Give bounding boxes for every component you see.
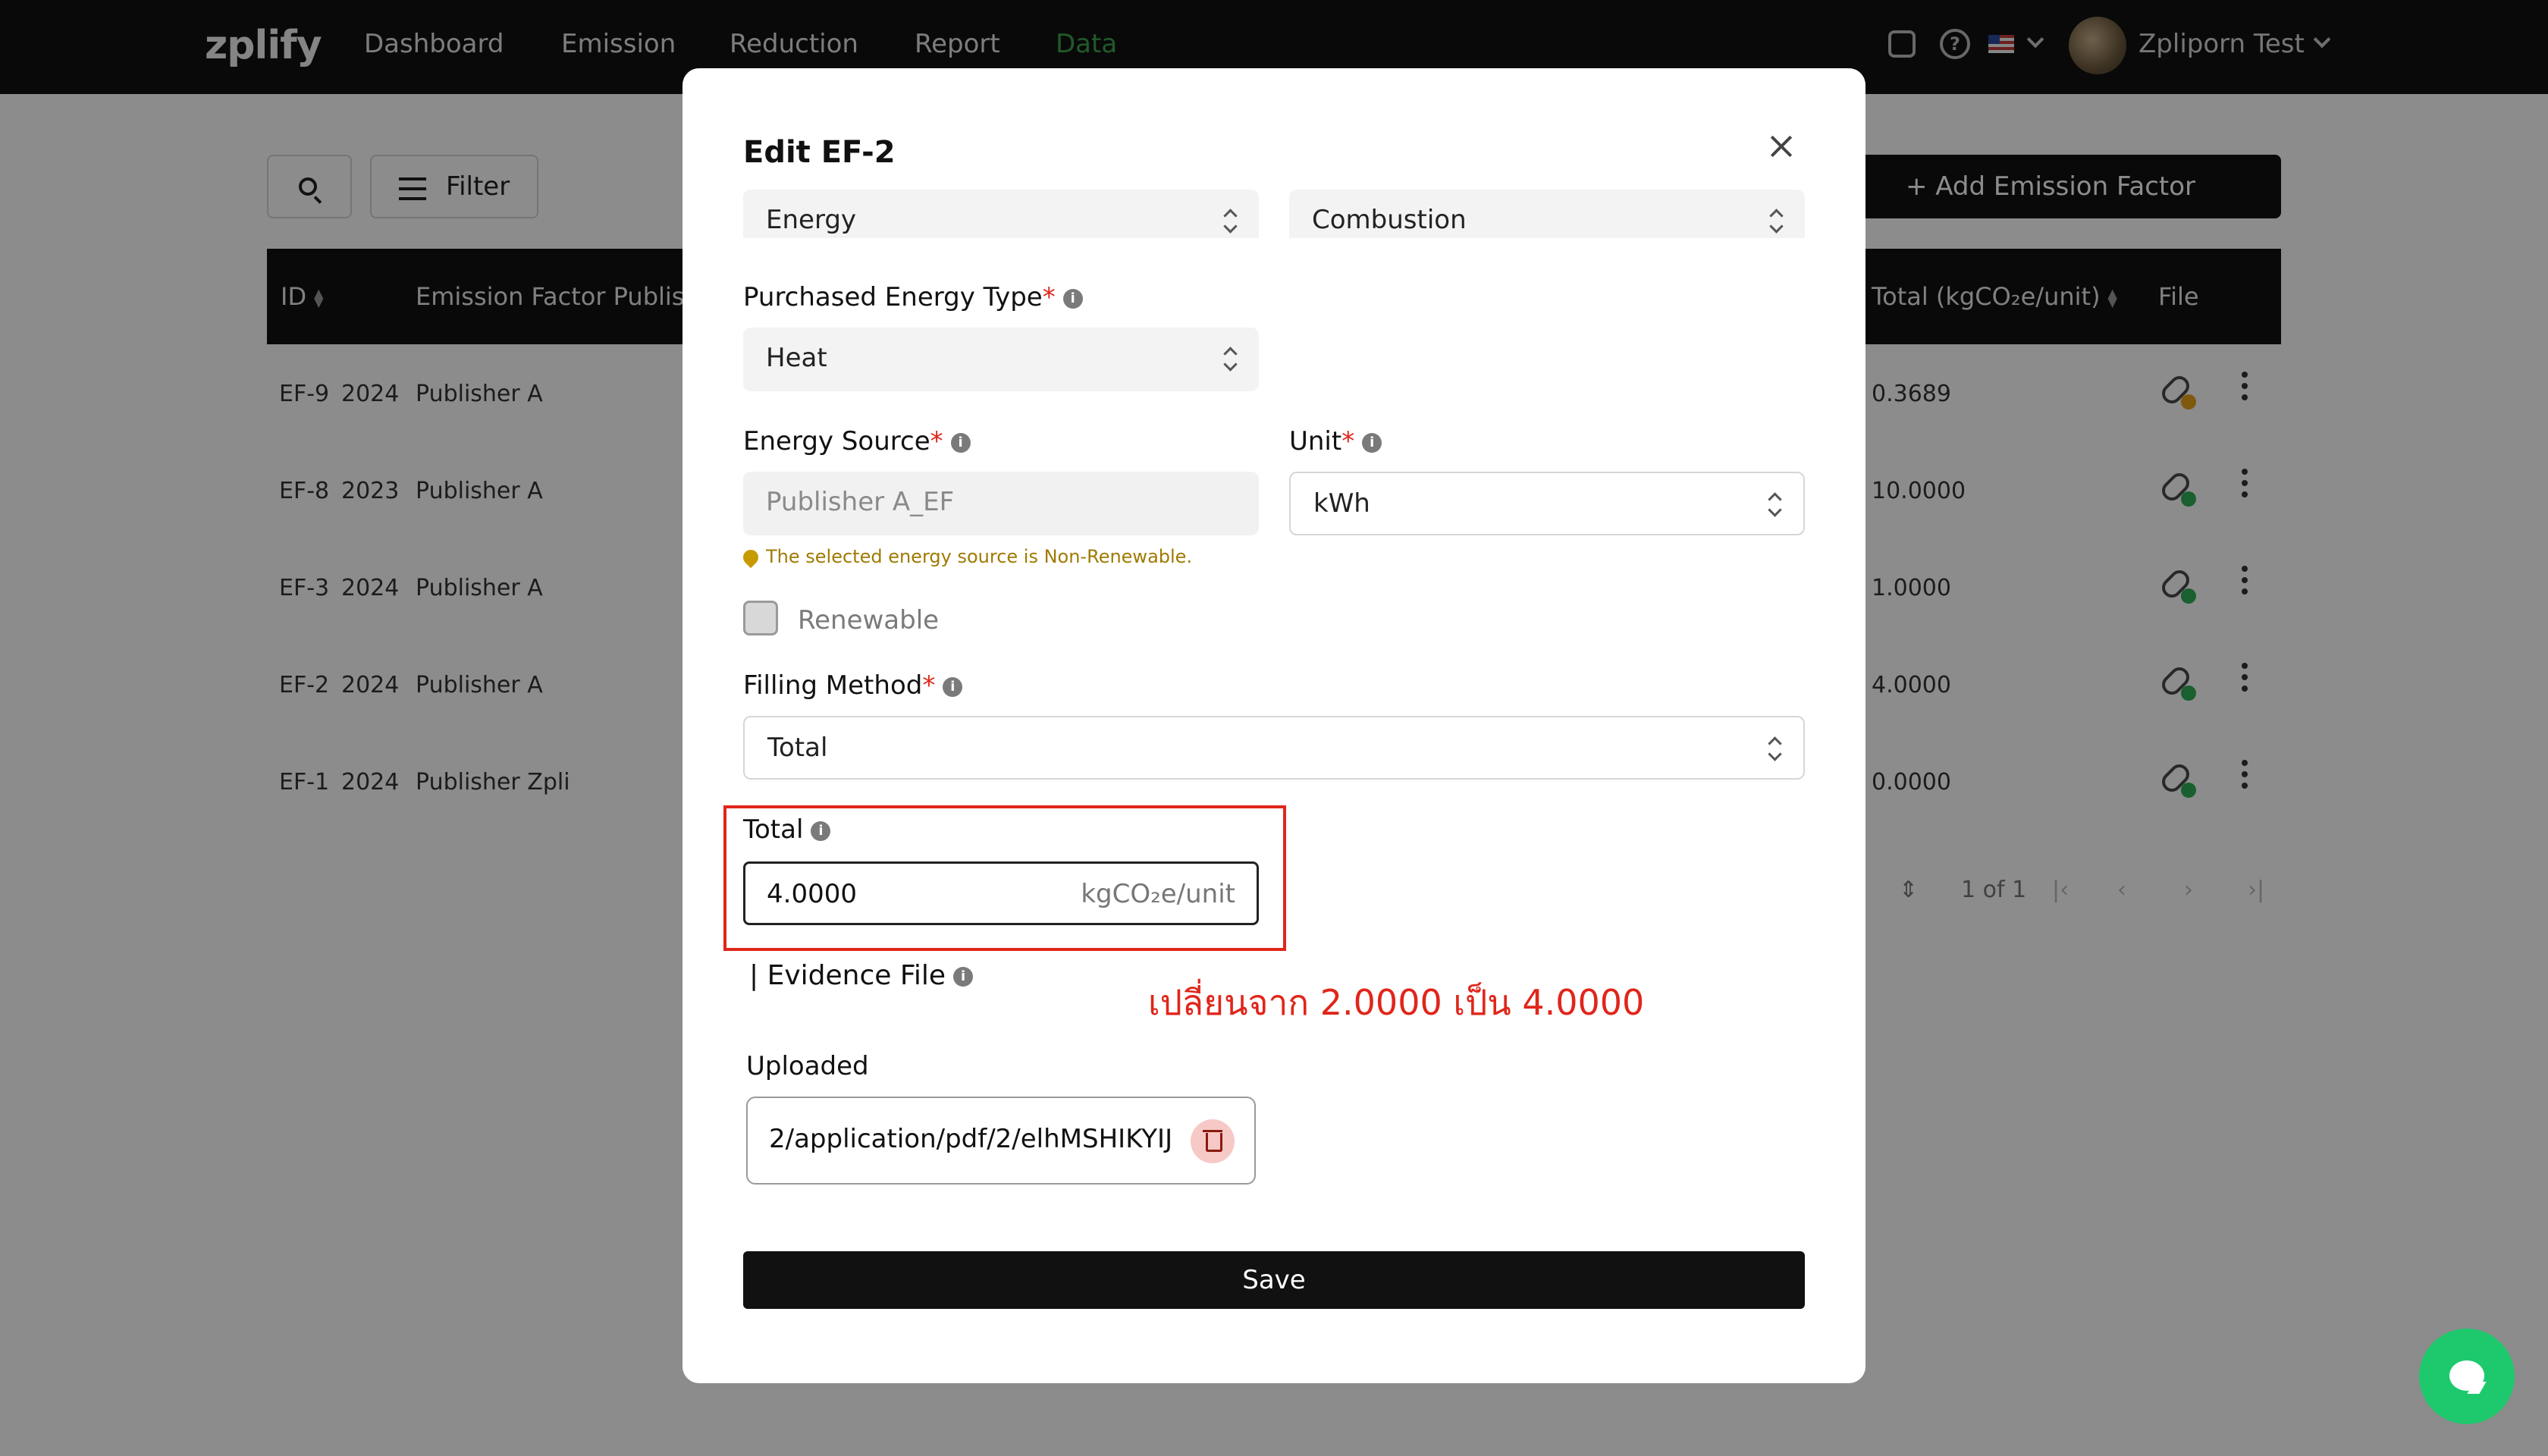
subcategory-select-value: Combustion <box>1312 205 1467 235</box>
unit-select[interactable]: kWh <box>1289 472 1805 535</box>
purchased-energy-type-value: Heat <box>766 343 827 373</box>
total-input-value: 4.0000 <box>767 879 857 909</box>
renewable-checkbox[interactable] <box>743 601 778 635</box>
uploaded-label: Uploaded <box>746 1051 869 1081</box>
filling-method-value: Total <box>767 733 828 763</box>
modal-title: Edit EF-2 <box>743 135 896 170</box>
info-icon[interactable]: i <box>1362 432 1382 453</box>
uploaded-file-name[interactable]: 2/application/pdf/2/elhMSHIKYIJv <box>769 1124 1171 1154</box>
info-icon[interactable]: i <box>811 821 831 841</box>
category-select-value: Energy <box>766 205 857 235</box>
purchased-energy-type-select[interactable]: Heat <box>743 328 1259 391</box>
unit-select-value: kWh <box>1313 488 1370 519</box>
info-icon[interactable]: i <box>950 432 971 453</box>
updown-chevron-icon <box>1767 490 1781 520</box>
updown-chevron-icon <box>1768 206 1782 237</box>
info-icon[interactable]: i <box>943 676 963 697</box>
total-unit: kgCO₂e/unit <box>1081 879 1235 909</box>
filling-method-label: Filling Method* i <box>743 670 963 701</box>
total-input[interactable]: 4.0000 kgCO₂e/unit <box>743 861 1259 925</box>
renewable-label: Renewable <box>798 605 940 635</box>
purchased-energy-type-label: Purchased Energy Type* i <box>743 282 1083 312</box>
updown-chevron-icon <box>1222 344 1236 375</box>
energy-source-field: Publisher A_EF <box>743 472 1259 535</box>
unit-label: Unit* i <box>1289 426 1382 457</box>
updown-chevron-icon <box>1767 734 1781 764</box>
edit-emission-factor-modal: Edit EF-2 Energy Combustion Purchased En… <box>682 68 1866 1383</box>
info-icon[interactable]: i <box>1062 288 1083 309</box>
delete-trash-icon[interactable] <box>1191 1119 1235 1163</box>
save-button[interactable]: Save <box>743 1251 1805 1309</box>
filling-method-select[interactable]: Total <box>743 716 1805 780</box>
close-icon[interactable] <box>1770 135 1793 158</box>
uploaded-file-box: 2/application/pdf/2/elhMSHIKYIJv <box>746 1097 1256 1185</box>
chat-bubble-icon <box>2449 1360 2484 1391</box>
energy-source-warning: The selected energy source is Non-Renewa… <box>739 546 1192 569</box>
warning-pin-icon <box>739 546 762 569</box>
chat-support-button[interactable] <box>2419 1329 2515 1424</box>
energy-source-label: Energy Source* i <box>743 426 971 457</box>
change-annotation: เปลี่ยนจาก 2.0000 เป็น 4.0000 <box>1148 982 1645 1023</box>
total-label: Total i <box>743 814 831 845</box>
info-icon[interactable]: i <box>953 967 974 987</box>
updown-chevron-icon <box>1222 206 1236 237</box>
evidence-file-label: | Evidence File i <box>749 960 974 991</box>
